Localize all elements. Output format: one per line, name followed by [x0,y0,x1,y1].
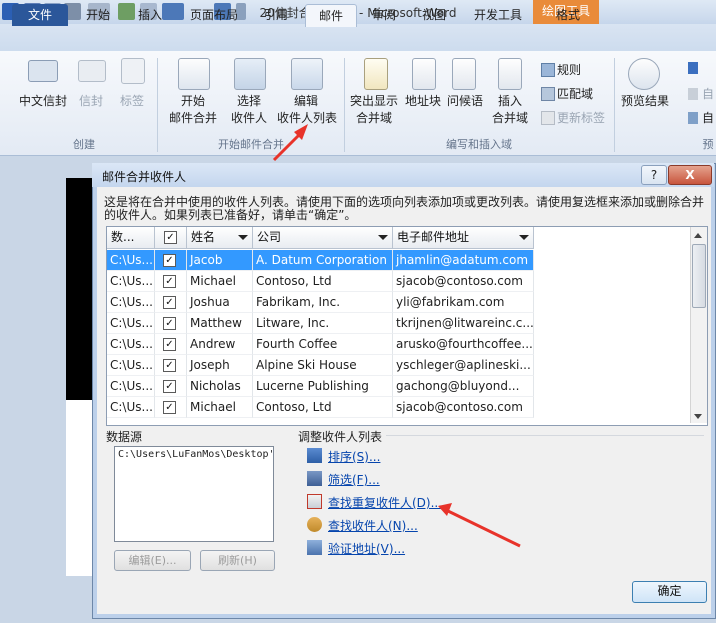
annotation-arrows [272,124,521,548]
arrow-to-find-duplicates [438,503,521,548]
arrow-to-edit-recipient-list [272,124,308,162]
